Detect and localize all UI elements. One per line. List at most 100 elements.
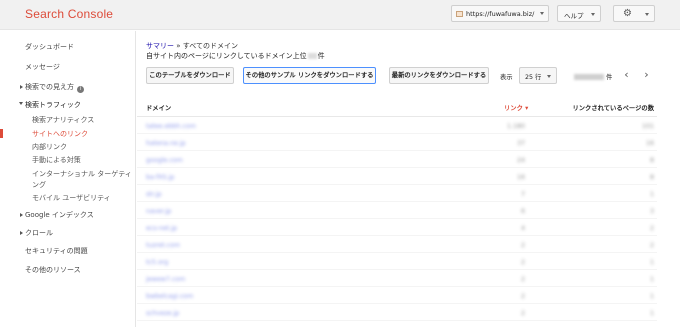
sidebar-item-other-resources[interactable]: その他のリソース [0,265,135,275]
sidebar-nav: ダッシュボード メッセージ 検索での見え方 i 検索トラフィック 検索アナリティク… [0,31,136,327]
pages-count: 8 [649,157,654,164]
sidebar-item-crawl[interactable]: クロール [0,228,135,238]
app-logo[interactable]: Search Console [25,7,113,21]
previous-page-button[interactable]: ‹ [618,66,635,84]
chevron-down-icon [591,13,595,16]
links-count: 6 [520,208,525,215]
subtitle-text: 自サイト内のページにリンクしているドメイン上位 [146,52,307,60]
chevron-right-icon: › [644,68,649,81]
pages-count: 3 [649,208,654,215]
pages-count: 101 [641,123,654,130]
breadcrumb: サマリー » すべてのドメイン [146,41,238,51]
domain-link[interactable]: tc5.org [146,259,168,266]
sidebar-item-label: 検索での見え方 [25,83,74,91]
sidebar-item-search-traffic[interactable]: 検索トラフィック [0,100,135,110]
sidebar-item-dashboard[interactable]: ダッシュボード [0,42,135,52]
domain-link[interactable]: naver.jp [146,208,171,215]
breadcrumb-separator: » [176,42,181,50]
site-url: https://fuwafuwa.biz/ [466,9,535,18]
info-icon[interactable]: i [77,86,84,93]
sidebar-item-messages[interactable]: メッセージ [0,62,135,72]
pages-count: 2 [649,242,654,249]
table-row: tatee.ebbh.com 1.180 101 [137,119,657,134]
domain-link[interactable]: tatee.ebbh.com [146,123,196,130]
links-count: 24 [516,157,525,164]
table-row: hatena.ne.jp 37 16 [137,136,657,151]
redacted-range [574,74,604,80]
rows-per-page-select[interactable]: 25 行 [519,67,557,84]
domain-link[interactable]: hatena.ne.jp [146,140,186,147]
table-row: google.com 24 8 [137,153,657,168]
download-latest-links-button[interactable]: 最新のリンクをダウンロードする [389,67,489,84]
domain-link[interactable]: ba-fXS.jp [146,174,174,181]
domain-link[interactable]: str.jp [146,191,162,198]
table-row: ba-fXS.jp 16 8 [137,170,657,185]
links-count: 2 [520,276,525,283]
help-label: ヘルプ [564,12,584,20]
sidebar-item-links-to-site[interactable]: サイトへのリンク [0,129,135,139]
pages-count: 1 [649,276,654,283]
domain-link[interactable]: jewew7.com [146,276,185,283]
range-suffix: 件 [606,74,613,81]
sidebar-item-google-index[interactable]: Google インデックス [0,210,135,220]
breadcrumb-current: すべてのドメイン [182,42,238,50]
pagination-range: 件 [574,72,612,81]
rows-per-page-value: 25 行 [525,74,542,81]
links-count: 2 [520,259,525,266]
table-row: str.jp 7 1 [137,187,657,202]
download-more-links-button[interactable]: その他のサンプル リンクをダウンロードする [243,67,376,84]
links-count: 1.180 [506,123,525,130]
links-count: 2 [520,310,525,317]
settings-button[interactable]: ⚙ [613,5,655,22]
page-subtitle: 自サイト内のページにリンクしているドメイン上位 件 [146,51,325,61]
display-label: 表示 [500,74,513,81]
sidebar-item-search-appearance[interactable]: 検索での見え方 i [0,82,135,93]
pages-count: 1 [649,191,654,198]
breadcrumb-summary-link[interactable]: サマリー [146,42,174,50]
links-count: 2 [520,242,525,249]
pages-count: 1 [649,293,654,300]
redacted-count [307,53,317,59]
links-count: 7 [520,191,525,198]
links-count: 4 [520,225,525,232]
domain-link[interactable]: google.com [146,157,183,164]
column-header-links[interactable]: リンク ▾ [504,103,528,112]
download-table-button[interactable]: このテーブルをダウンロード [146,67,234,84]
pages-count: 1 [649,259,654,266]
table-row: naver.jp 6 3 [137,204,657,219]
next-page-button[interactable]: › [638,66,655,84]
pages-count: 16 [645,140,654,147]
subtitle-suffix: 件 [317,52,325,60]
top-header: Search Console https://fuwafuwa.biz/ ヘルプ… [0,0,680,30]
pages-count: 8 [649,174,654,181]
sidebar-item-manual-actions[interactable]: 手動による対策 [0,155,135,165]
links-count: 2 [520,293,525,300]
pages-count: 1 [649,310,654,317]
sidebar-item-mobile-usability[interactable]: モバイル ユーザビリティ [0,193,135,203]
domain-link[interactable]: ecs-net.jp [146,225,177,232]
gear-icon: ⚙ [623,8,632,19]
domain-link[interactable]: tuzret.com [146,242,180,249]
site-favicon-icon [456,10,463,17]
sidebar-item-internal-links[interactable]: 内部リンク [0,142,135,152]
table-row: tc5.org 2 1 [137,255,657,270]
chevron-down-icon [540,12,544,15]
domain-link[interactable]: bwbelcagi.com [146,293,193,300]
table-row: schveze.jp 2 1 [137,306,657,321]
sidebar-item-international-targeting[interactable]: インターナショナル ターゲティ [0,169,135,179]
table-row: jewew7.com 2 1 [137,272,657,287]
chevron-down-icon [547,75,551,78]
column-header-linked-pages[interactable]: リンクされているページの数 [572,103,654,112]
pages-count: 2 [649,225,654,232]
table-row: bwbelcagi.com 2 1 [137,289,657,304]
domain-link[interactable]: schveze.jp [146,310,179,317]
sidebar-item-international-targeting-cont[interactable]: ング [0,180,135,190]
links-count: 37 [516,140,525,147]
help-button[interactable]: ヘルプ [557,5,601,22]
table-row: ecs-net.jp 4 2 [137,221,657,236]
sidebar-item-search-analytics[interactable]: 検索アナリティクス [0,115,135,125]
chevron-down-icon [645,13,649,16]
site-selector[interactable]: https://fuwafuwa.biz/ [451,5,549,22]
column-header-domain[interactable]: ドメイン [146,103,171,112]
sidebar-item-security-issues[interactable]: セキュリティの問題 [0,246,135,256]
